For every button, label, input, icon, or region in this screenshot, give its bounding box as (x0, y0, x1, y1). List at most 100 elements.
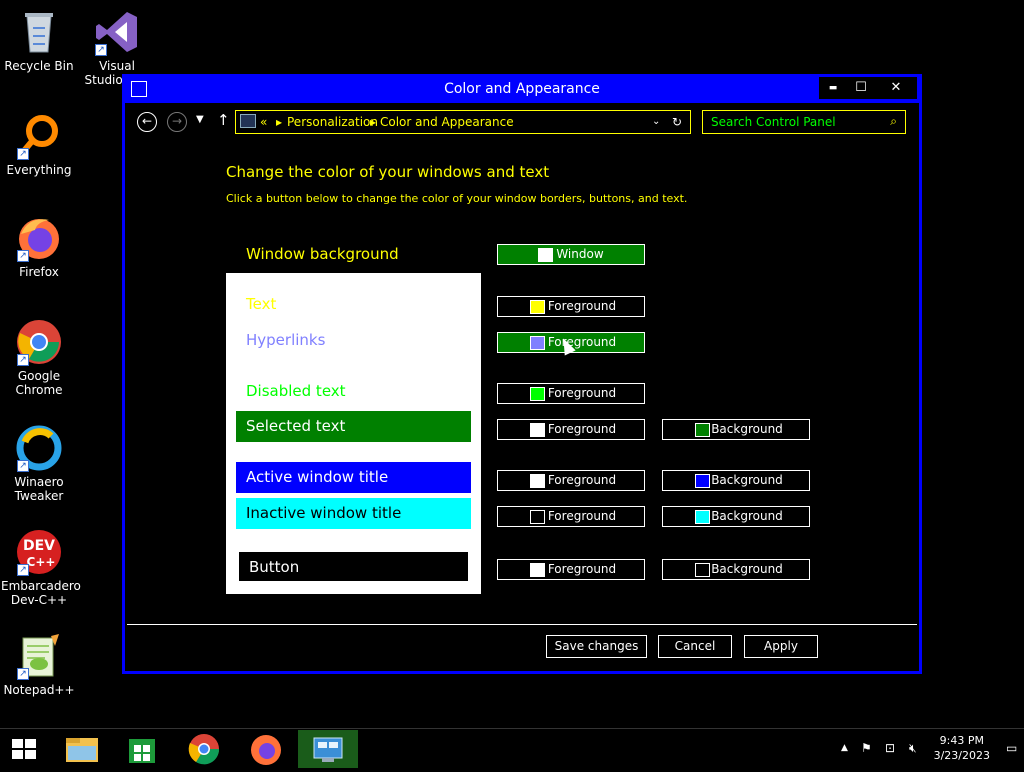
button-label: Foreground (547, 422, 617, 436)
navigation-bar: ← → ▼ ↑ « ▸ Personalization ▸ Color and … (125, 103, 919, 141)
desktop-icon-dev-cpp[interactable]: DEV C++ ↗ Embarcadero Dev-C++ (1, 528, 81, 607)
up-arrow-icon[interactable]: ↑ (217, 111, 230, 129)
page-heading: Change the color of your windows and tex… (226, 163, 550, 181)
button-label: Background (711, 422, 783, 436)
desktop-icon-label: Firefox (19, 265, 59, 279)
desktop-icon-notepadpp[interactable]: ↗ Notepad++ (1, 632, 77, 697)
search-icon[interactable]: ⌕ (890, 114, 897, 129)
volume-muted-icon[interactable]: 🔇︎ (909, 741, 917, 756)
desktop-icon-google-chrome[interactable]: ↗ Google Chrome (1, 318, 77, 397)
button-label: Background (711, 562, 783, 576)
taskbar-file-explorer[interactable] (52, 730, 112, 768)
desktop-icon-label: Embarcadero Dev-C++ (1, 579, 81, 607)
desktop-icon-firefox[interactable]: ↗ Firefox (1, 214, 77, 279)
save-changes-button[interactable]: Save changes (546, 635, 647, 658)
breadcrumb-personalization[interactable]: Personalization (276, 115, 378, 129)
button-label: Foreground (547, 299, 617, 313)
inactive-title-background-button[interactable]: Background (662, 506, 810, 527)
search-box[interactable]: ⌕ (702, 110, 906, 134)
inactive-title-foreground-button[interactable]: Foreground (497, 506, 645, 527)
shortcut-arrow-icon: ↗ (95, 44, 107, 56)
text-foreground-button[interactable]: Foreground (497, 296, 645, 317)
taskbar-store[interactable] (112, 730, 172, 768)
preview-button: Button (238, 551, 469, 582)
chrome-icon: ↗ (15, 318, 63, 366)
breadcrumb-overflow[interactable]: « (260, 115, 267, 129)
desktop-icon-everything[interactable]: ↗ Everything (1, 112, 77, 177)
shortcut-arrow-icon: ↗ (17, 668, 29, 680)
active-title-background-button[interactable]: Background (662, 470, 810, 491)
desktop-icon-label: Notepad++ (3, 683, 75, 697)
address-dropdown-chevron-icon[interactable]: ⌄ (652, 116, 660, 127)
selected-text-background-button[interactable]: Background (662, 419, 810, 440)
color-appearance-window: Color and Appearance ▬ ☐ ✕ ← → ▼ ↑ « ▸ P… (122, 74, 922, 674)
taskbar: ▲ ⚑ ⊡ 🔇︎ 9:43 PM 3/23/2023 ▭ (0, 728, 1024, 768)
close-button[interactable]: ✕ (875, 77, 917, 99)
preview-text: Text (246, 295, 277, 313)
folder-icon (66, 738, 98, 762)
button-background-button[interactable]: Background (662, 559, 810, 580)
maximize-button[interactable]: ☐ (847, 77, 875, 99)
window-title: Color and Appearance (444, 81, 600, 97)
show-hidden-icons-chevron-icon[interactable]: ▲ (841, 743, 848, 753)
desktop-icon-winaero-tweaker[interactable]: ↗ Winaero Tweaker (1, 424, 77, 503)
forward-arrow-icon[interactable]: → (167, 112, 187, 132)
disabled-text-foreground-button[interactable]: Foreground (497, 383, 645, 404)
control-panel-icon (240, 114, 256, 128)
window-color-button[interactable]: Window (497, 244, 645, 265)
back-arrow-icon[interactable]: ← (137, 112, 157, 132)
clock[interactable]: 9:43 PM 3/23/2023 (934, 733, 990, 763)
desktop-icon-label: Everything (6, 163, 72, 177)
winaero-tweaker-icon: ↗ (15, 424, 63, 472)
taskbar-control-panel[interactable] (298, 730, 358, 768)
shortcut-arrow-icon: ↗ (17, 148, 29, 160)
page-subheading: Click a button below to change the color… (226, 192, 688, 205)
minimize-button[interactable]: ▬ (819, 77, 847, 99)
svg-text:C++: C++ (27, 555, 56, 569)
active-title-foreground-button[interactable]: Foreground (497, 470, 645, 491)
clock-time: 9:43 PM (939, 734, 984, 747)
notepadpp-icon: ↗ (15, 632, 63, 680)
window-background-label: Window background (246, 245, 399, 263)
shortcut-arrow-icon: ↗ (17, 460, 29, 472)
shortcut-arrow-icon: ↗ (17, 564, 29, 576)
svg-text:DEV: DEV (23, 538, 55, 554)
firefox-icon (251, 735, 281, 765)
recent-locations-chevron-icon[interactable]: ▼ (196, 114, 204, 125)
cancel-button[interactable]: Cancel (658, 635, 732, 658)
color-preview-panel: Text Hyperlinks Disabled text Selected t… (226, 273, 481, 594)
firefox-icon: ↗ (15, 214, 63, 262)
footer-divider (127, 624, 917, 625)
start-button[interactable] (0, 730, 48, 768)
selected-text-foreground-button[interactable]: Foreground (497, 419, 645, 440)
action-center-flag-icon[interactable]: ⚑ (861, 741, 872, 755)
breadcrumb-color-appearance[interactable]: Color and Appearance (380, 115, 514, 129)
breadcrumb-separator-icon: ▸ (370, 115, 377, 129)
taskbar-firefox[interactable] (236, 730, 296, 768)
windows-logo-icon (12, 739, 36, 759)
notifications-icon[interactable]: ▭ (1006, 741, 1017, 755)
preview-active-window-title: Active window title (236, 462, 471, 493)
button-label: Background (711, 473, 783, 487)
button-foreground-button[interactable]: Foreground (497, 559, 645, 580)
shortcut-arrow-icon: ↗ (17, 354, 29, 366)
clock-date: 3/23/2023 (933, 749, 990, 762)
preview-hyperlinks: Hyperlinks (246, 331, 326, 349)
button-label: Foreground (547, 562, 617, 576)
preview-selected-text: Selected text (236, 411, 471, 442)
network-icon[interactable]: ⊡ (885, 741, 895, 755)
refresh-icon[interactable]: ↻ (672, 115, 682, 129)
taskbar-chrome[interactable] (174, 730, 234, 768)
visual-studio-icon: ↗ (93, 8, 141, 56)
recycle-bin-icon (15, 8, 63, 56)
address-bar[interactable]: « ▸ Personalization ▸ Color and Appearan… (235, 110, 691, 134)
desktop-icon-label: Recycle Bin (4, 59, 74, 73)
search-input[interactable] (711, 114, 881, 130)
title-bar[interactable]: Color and Appearance ▬ ☐ ✕ (125, 77, 919, 103)
button-label: Foreground (547, 473, 617, 487)
button-label: Background (711, 509, 783, 523)
apply-button[interactable]: Apply (744, 635, 818, 658)
preview-disabled-text: Disabled text (246, 382, 346, 400)
desktop-icon-recycle-bin[interactable]: Recycle Bin (1, 8, 77, 73)
desktop-icon-label: Winaero Tweaker (14, 475, 64, 503)
